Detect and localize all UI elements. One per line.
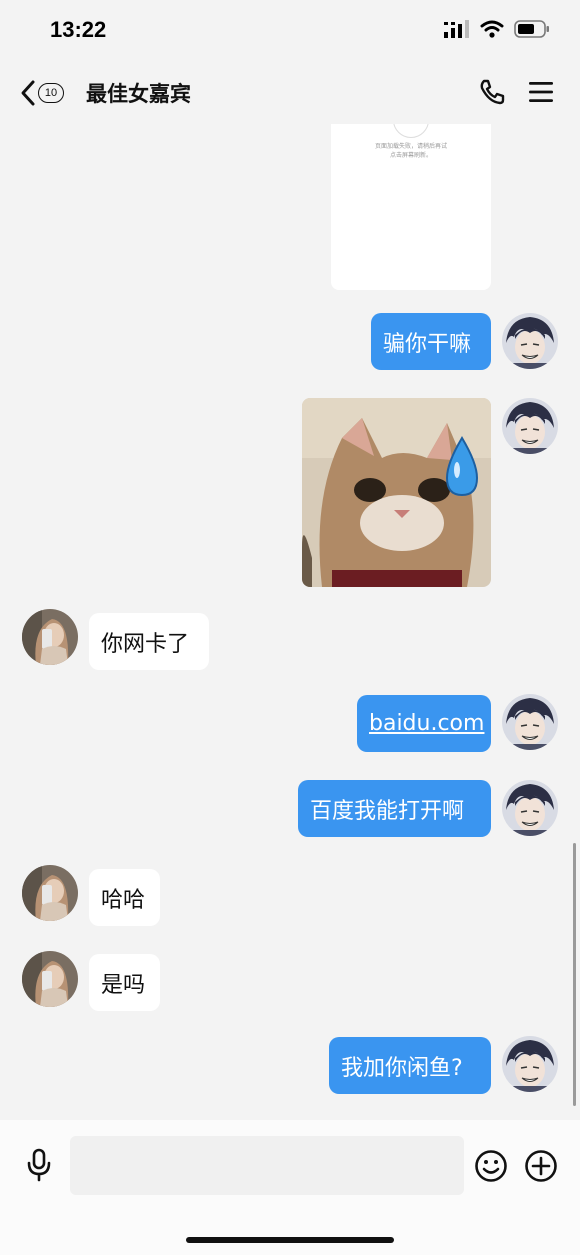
preview-text: 页面加载失败，请稍后再试 点击屏幕刷新。 (331, 142, 491, 160)
message-bubble[interactable]: 哈哈 (89, 869, 160, 926)
peer-avatar-image (22, 865, 78, 921)
message-bubble[interactable]: 我加你闲鱼? (329, 1037, 491, 1094)
cat-image (302, 398, 491, 587)
peer-avatar-image (22, 609, 78, 665)
scrollbar[interactable] (573, 843, 576, 1106)
avatar[interactable] (22, 951, 78, 1007)
avatar[interactable] (502, 780, 558, 836)
cellular-signal-icon (444, 20, 469, 38)
message-bubble[interactable]: 是吗 (89, 954, 160, 1011)
peer-avatar-image (22, 951, 78, 1007)
avatar[interactable] (22, 865, 78, 921)
link-message-bubble[interactable]: baidu.com (357, 695, 491, 752)
phone-call-icon[interactable] (478, 78, 506, 106)
my-avatar-image (502, 694, 558, 750)
status-bar: 13:22 (0, 0, 580, 62)
message-bubble[interactable]: 骗你干嘛 (371, 313, 491, 370)
my-avatar-image (502, 780, 558, 836)
my-avatar-image (502, 313, 558, 369)
unread-count-badge: 10 (38, 83, 64, 103)
home-indicator[interactable] (186, 1237, 394, 1243)
emoji-icon[interactable] (474, 1149, 508, 1183)
status-time: 13:22 (50, 17, 107, 42)
avatar[interactable] (502, 1036, 558, 1092)
chat-message-list[interactable]: 页面加载失败，请稍后再试 点击屏幕刷新。 骗你干嘛 你网卡了 baidu.com… (0, 124, 580, 1120)
menu-icon[interactable] (528, 80, 554, 104)
wifi-icon (480, 20, 504, 38)
avatar[interactable] (502, 694, 558, 750)
microphone-icon[interactable] (25, 1148, 53, 1182)
avatar[interactable] (22, 609, 78, 665)
message-bubble[interactable]: 百度我能打开啊 (298, 780, 491, 837)
message-input[interactable] (70, 1136, 464, 1195)
image-message[interactable] (302, 398, 491, 587)
preview-line: 点击屏幕刷新。 (389, 152, 432, 159)
chat-header: 10 最佳女嘉宾 (0, 62, 580, 124)
reload-icon (393, 124, 429, 138)
web-preview-card[interactable]: 页面加载失败，请稍后再试 点击屏幕刷新。 (331, 124, 491, 290)
message-bubble[interactable]: 你网卡了 (89, 613, 209, 670)
status-icons (444, 20, 550, 38)
chevron-left-icon (21, 80, 35, 106)
plus-icon[interactable] (524, 1149, 558, 1183)
input-bar (0, 1120, 580, 1255)
avatar[interactable] (502, 313, 558, 369)
my-avatar-image (502, 1036, 558, 1092)
chat-title: 最佳女嘉宾 (86, 82, 191, 106)
battery-icon (514, 20, 549, 38)
preview-line: 页面加载失败，请稍后再试 (374, 143, 447, 150)
my-avatar-image (502, 398, 558, 454)
avatar[interactable] (502, 398, 558, 454)
back-button[interactable]: 10 (20, 76, 64, 110)
link[interactable]: baidu.com (369, 711, 484, 736)
